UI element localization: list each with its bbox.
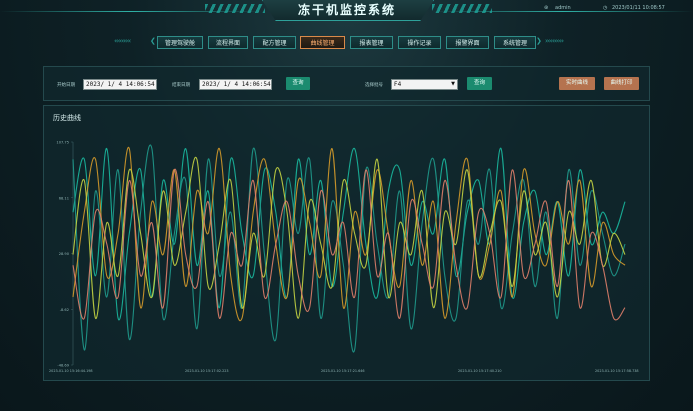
- y-tick-label: 68.11: [59, 196, 69, 200]
- x-tick-label: 2023-01-10 15:17:21.646: [321, 369, 365, 373]
- x-tick-label: 2023-01-10 15:17:40.210: [458, 369, 502, 373]
- y-tick-label: -8.62: [60, 308, 69, 312]
- y-tick-label: 28.90: [59, 252, 70, 256]
- x-tick-label: 2023-01-10 15:17:58.738: [595, 369, 639, 373]
- y-tick-label: 107.75: [56, 141, 69, 145]
- x-tick-label: 2023-01-10 15:16:44.198: [49, 369, 93, 373]
- y-tick-label: -48.69: [57, 364, 69, 368]
- history-chart: 107.7568.1128.90-8.62-48.692023-01-10 15…: [49, 141, 639, 374]
- x-tick-label: 2023-01-10 15:17:02.223: [185, 369, 229, 373]
